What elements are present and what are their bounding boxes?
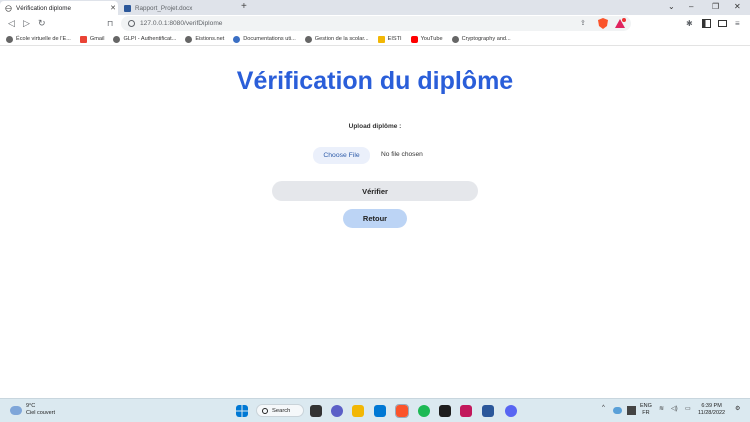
word-icon — [124, 4, 131, 12]
page-title: Vérification du diplôme — [236, 67, 514, 95]
battery-icon[interactable]: ▭ — [685, 405, 691, 412]
taskbar-search[interactable]: Search — [256, 404, 304, 417]
brave-rewards-icon[interactable] — [614, 18, 626, 29]
extensions-icon[interactable]: ✱ — [686, 18, 693, 29]
intellij-icon[interactable] — [439, 405, 451, 417]
notification-icon[interactable]: ⚙ — [735, 405, 740, 412]
reload-icon[interactable]: ↻ — [38, 18, 46, 29]
bookmark-item[interactable]: GLPI - Authentificat... — [113, 35, 176, 43]
task-view-icon[interactable] — [310, 405, 322, 417]
sidebar-icon[interactable] — [702, 19, 711, 28]
upload-label: Upload diplôme : — [348, 123, 402, 130]
vscode-icon[interactable] — [374, 405, 386, 417]
weather-temp: 9°C — [26, 403, 36, 409]
share-icon[interactable]: ⇪ — [580, 18, 586, 29]
globe-icon — [451, 35, 459, 43]
tab-title: Rapport_Projet.docx — [135, 4, 193, 12]
tab-strip: Vérification diplome ✕ Rapport_Projet.do… — [0, 0, 750, 15]
language-indicator[interactable]: ENG FR — [640, 403, 652, 417]
spotify-icon[interactable] — [418, 405, 430, 417]
teams-chat-icon[interactable] — [331, 405, 343, 417]
bookmark-item[interactable]: Documentations uti... — [233, 35, 296, 43]
chevron-up-icon[interactable]: ^ — [602, 405, 605, 411]
globe-icon — [233, 35, 241, 43]
wifi-icon[interactable]: ≋ — [659, 405, 664, 412]
back-button[interactable]: Retour — [343, 209, 407, 228]
tab-rapport-projet[interactable]: Rapport_Projet.docx — [119, 1, 239, 15]
brave-shield-icon[interactable] — [598, 18, 608, 29]
discord-icon[interactable] — [505, 405, 517, 417]
tab-search-icon[interactable]: ⌄ — [668, 2, 675, 11]
verify-button[interactable]: Vérifier — [272, 181, 478, 201]
page-content: Vérification du diplôme Upload diplôme :… — [0, 47, 750, 398]
back-arrow-icon[interactable]: ◁ — [8, 18, 15, 29]
search-icon — [262, 407, 268, 414]
minimize-button[interactable]: – — [689, 2, 693, 11]
globe-icon — [185, 35, 193, 43]
address-text: 127.0.0.1:8080/verifDiplome — [140, 20, 223, 27]
no-file-text: No file chosen — [381, 151, 423, 158]
close-tab-icon[interactable]: ✕ — [108, 4, 118, 12]
taskbar: 9°C Ciel couvert Search ^ ENG FR ≋ ◁) ▭ … — [0, 398, 750, 422]
clock[interactable]: 6:39 PM 11/28/2022 — [698, 403, 725, 417]
wallet-icon[interactable] — [718, 19, 727, 28]
browser-toolbar: ◁ ▷ ↻ ⊓ 127.0.0.1:8080/verifDiplome ⇪ ✱ … — [0, 15, 750, 32]
menu-icon[interactable]: ≡ — [735, 18, 740, 29]
bookmarks-bar: École virtuelle de l'E... Gmail GLPI - A… — [0, 33, 750, 46]
bookmark-item[interactable]: YouTube — [410, 35, 443, 43]
cloud-icon — [10, 405, 22, 415]
bookmark-icon[interactable]: ⊓ — [107, 18, 113, 29]
windows-start-icon[interactable] — [236, 405, 248, 417]
globe-icon — [304, 35, 312, 43]
globe-icon — [5, 4, 12, 12]
weather-desc: Ciel couvert — [26, 410, 56, 416]
bookmark-item[interactable]: Gmail — [79, 35, 104, 43]
forward-arrow-icon[interactable]: ▷ — [23, 18, 30, 29]
address-bar[interactable]: 127.0.0.1:8080/verifDiplome — [121, 16, 631, 31]
new-tab-button[interactable]: + — [241, 1, 247, 12]
bookmark-item[interactable]: Eistions.net — [185, 35, 224, 43]
volume-icon[interactable]: ◁) — [671, 405, 678, 412]
globe-icon — [6, 35, 13, 43]
system-tray-icon[interactable] — [627, 406, 636, 415]
maximize-button[interactable]: ❐ — [712, 2, 719, 11]
bookmark-item[interactable]: Gestion de la scolar... — [304, 35, 369, 43]
gmail-icon — [79, 35, 87, 43]
onedrive-icon[interactable] — [613, 407, 622, 414]
bookmark-item[interactable]: Cryptography and... — [451, 35, 511, 43]
bookmark-item[interactable]: EISTI — [377, 35, 402, 43]
file-explorer-icon[interactable] — [352, 405, 364, 417]
youtube-icon — [410, 35, 418, 43]
bookmark-item[interactable]: École virtuelle de l'E... — [6, 35, 71, 43]
app-icon[interactable] — [460, 405, 472, 417]
site-info-icon[interactable] — [128, 20, 135, 27]
tab-title: Vérification diplome — [16, 4, 71, 12]
close-window-button[interactable]: ✕ — [734, 2, 741, 11]
word-icon[interactable] — [482, 405, 494, 417]
tab-verification-diplome[interactable]: Vérification diplome ✕ — [0, 1, 118, 15]
globe-icon — [113, 35, 121, 43]
weather-widget[interactable]: 9°C Ciel couvert — [10, 403, 55, 417]
folder-icon — [377, 35, 385, 43]
brave-browser-icon[interactable] — [395, 404, 409, 418]
choose-file-button[interactable]: Choose File — [313, 147, 370, 164]
